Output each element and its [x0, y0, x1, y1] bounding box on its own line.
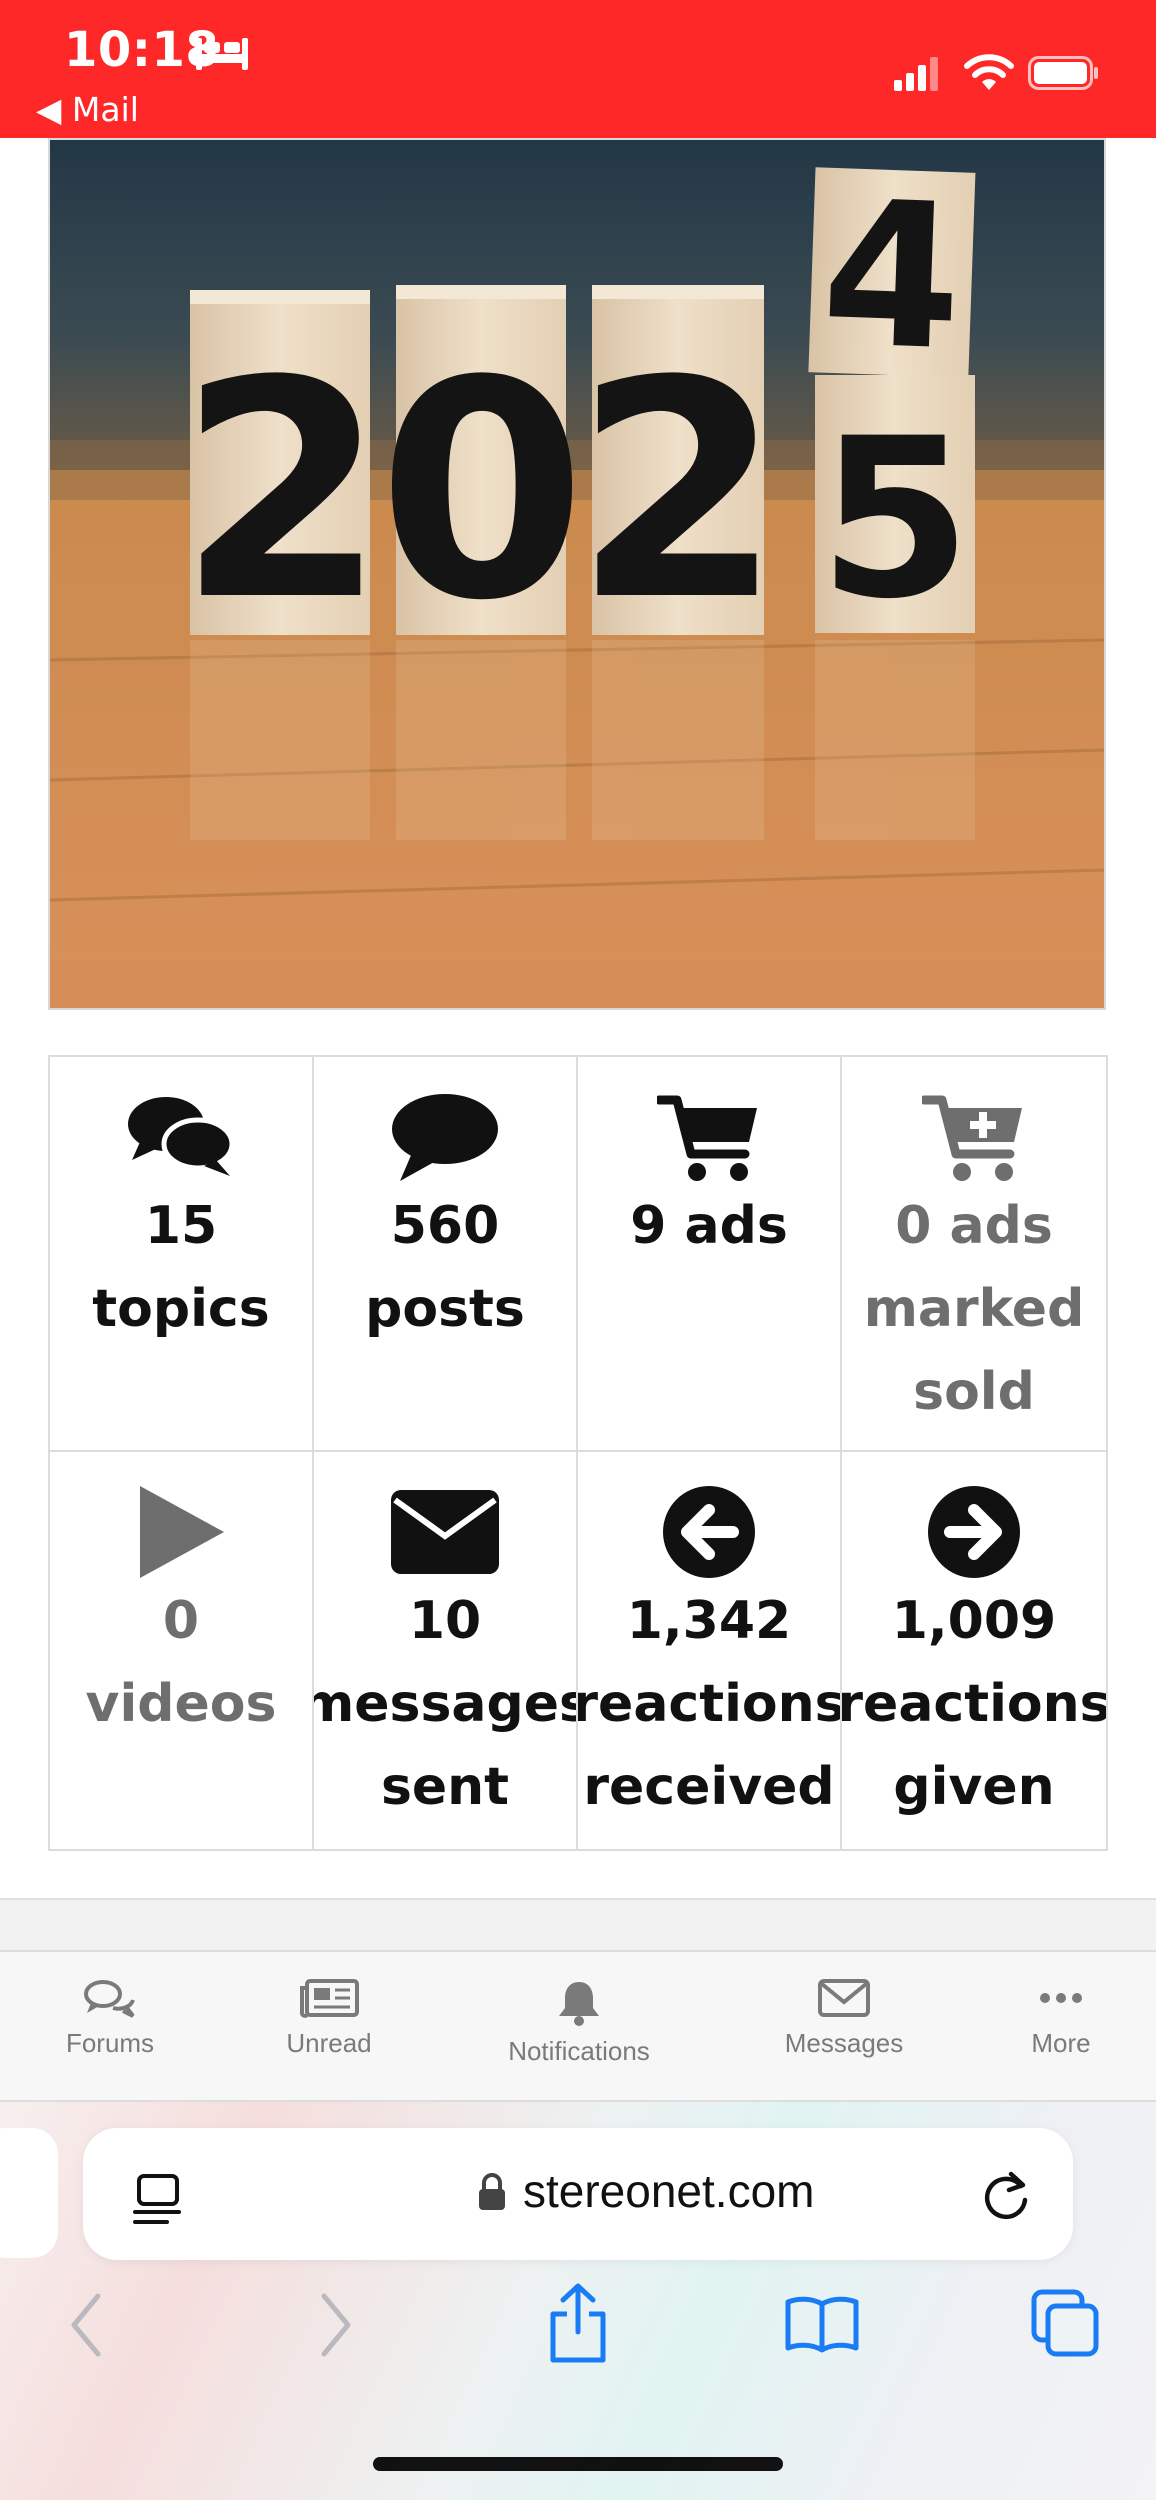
more-icon: [1040, 1993, 1082, 2003]
stat-label: sold: [913, 1362, 1035, 1422]
posts-icon: [392, 1094, 498, 1181]
stat-messages-sent[interactable]: 10 messages sent: [314, 1452, 578, 1849]
tab-label: Notifications: [508, 2036, 650, 2066]
wifi-icon: [964, 54, 1014, 90]
arrow-left-circle-icon: [663, 1486, 755, 1578]
stat-posts[interactable]: 560 posts: [314, 1057, 578, 1452]
stat-value: 1,009: [891, 1591, 1057, 1651]
envelope-icon: [391, 1490, 499, 1574]
stat-label: marked: [863, 1279, 1085, 1339]
back-to-mail-link[interactable]: ◀ Mail: [36, 90, 139, 129]
browser-toolbar: stereonet.com: [0, 2102, 1156, 2500]
bed-icon: [196, 38, 248, 70]
stat-label: reactions: [842, 1674, 1106, 1734]
block-digit: 5: [818, 391, 971, 647]
stat-label: messages: [314, 1674, 578, 1734]
member-stats-grid: 15 topics 560 posts 9 ads 0 ads marked s…: [48, 1055, 1108, 1851]
stat-ads[interactable]: 9 ads: [578, 1057, 842, 1452]
back-chevron-icon[interactable]: [66, 2290, 106, 2360]
share-icon[interactable]: [545, 2282, 611, 2364]
stat-label: given: [893, 1757, 1055, 1817]
cart-plus-icon: [922, 1095, 1022, 1181]
stat-label: sent: [380, 1757, 510, 1817]
stat-reactions-received[interactable]: 1,342 reactions received: [578, 1452, 842, 1849]
stat-value: 1,342: [626, 1591, 792, 1651]
stat-ads-sold[interactable]: 0 ads marked sold: [842, 1057, 1106, 1452]
stat-value: 560: [390, 1196, 500, 1256]
stat-value: 0: [162, 1591, 200, 1651]
bookmarks-icon[interactable]: [784, 2294, 860, 2354]
previous-tab-preview[interactable]: [0, 2128, 58, 2258]
stat-value: 0 ads: [895, 1196, 1053, 1256]
forward-chevron-icon[interactable]: [316, 2290, 356, 2360]
stat-label: reactions: [578, 1674, 842, 1734]
tab-unread[interactable]: Unread: [259, 1952, 399, 2100]
new-year-image: 2 0 2 4 5: [48, 138, 1106, 1010]
forums-icon: [84, 1980, 135, 2018]
arrow-right-circle-icon: [928, 1486, 1020, 1578]
envelope-outline-icon: [818, 1979, 870, 2017]
cart-icon: [657, 1095, 757, 1181]
tab-label: Forums: [65, 2028, 155, 2058]
block-digit: 4: [818, 158, 965, 396]
stat-value: 9 ads: [630, 1196, 788, 1256]
stat-videos[interactable]: 0 videos: [50, 1452, 314, 1849]
unread-icon: [299, 1979, 359, 2018]
play-icon: [140, 1486, 224, 1578]
cellular-signal-icon: [894, 57, 938, 91]
lock-icon: [479, 2173, 505, 2210]
tab-forums[interactable]: Forums: [40, 1952, 180, 2100]
tab-label: Messages: [784, 2028, 904, 2058]
home-indicator[interactable]: [373, 2457, 783, 2471]
stat-label: received: [583, 1757, 835, 1817]
address-bar[interactable]: stereonet.com: [83, 2128, 1073, 2260]
tab-label: More: [1031, 2028, 1091, 2058]
tab-notifications[interactable]: Notifications: [479, 1952, 679, 2100]
stat-label: posts: [365, 1279, 525, 1339]
stat-value: 10: [408, 1591, 482, 1651]
url-text: stereonet.com: [523, 2165, 815, 2217]
reload-icon[interactable]: [981, 2168, 1031, 2222]
tab-more[interactable]: More: [1001, 1952, 1121, 2100]
page-menu-icon[interactable]: [133, 2172, 183, 2228]
block-digit: 0: [378, 317, 587, 666]
block-digit: 2: [574, 317, 783, 666]
page-footer-band: [0, 1900, 1156, 1950]
battery-icon: [1028, 56, 1098, 90]
block-digit: 2: [178, 317, 387, 666]
tab-messages[interactable]: Messages: [764, 1952, 924, 2100]
status-bar: 10:18 ◀ Mail: [0, 0, 1156, 138]
tabs-icon[interactable]: [1030, 2288, 1100, 2358]
stat-value: 15: [144, 1196, 218, 1256]
tab-label: Unread: [286, 2028, 372, 2058]
stat-reactions-given[interactable]: 1,009 reactions given: [842, 1452, 1106, 1849]
stat-label: videos: [85, 1674, 277, 1734]
stat-topics[interactable]: 15 topics: [50, 1057, 314, 1452]
bell-icon: [559, 1982, 599, 2026]
topics-icon: [128, 1097, 235, 1176]
stat-label: topics: [92, 1279, 270, 1339]
forum-tab-bar: Forums Unread Notifications Messages Mor…: [0, 1950, 1156, 2102]
